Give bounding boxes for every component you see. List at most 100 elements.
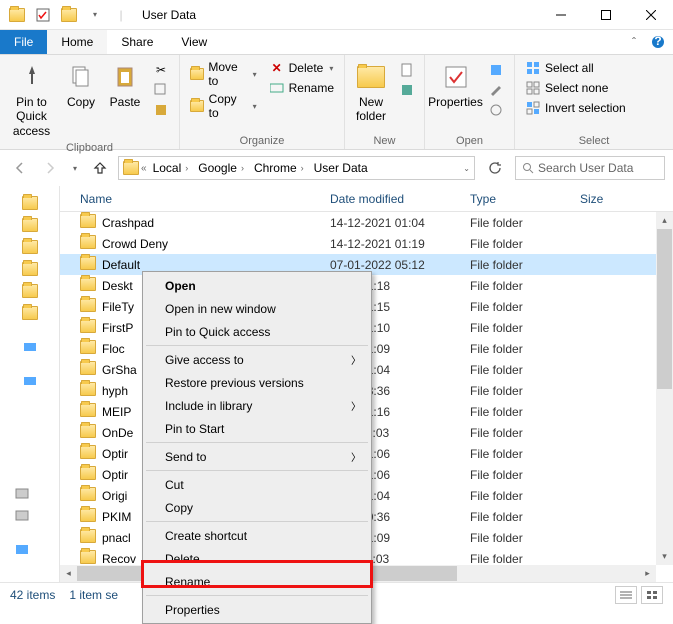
folder-icon xyxy=(80,256,98,274)
cm-give-access[interactable]: Give access to〉 xyxy=(145,348,369,371)
qat-dropdown[interactable]: ▾ xyxy=(84,4,106,26)
select-none-button[interactable]: Select none xyxy=(521,79,630,97)
group-label-clipboard: Clipboard xyxy=(6,140,173,156)
cm-open-new-window[interactable]: Open in new window xyxy=(145,297,369,320)
help-icon[interactable]: ? xyxy=(649,33,667,51)
search-icon xyxy=(522,162,534,174)
open-button[interactable] xyxy=(484,61,508,79)
history-button[interactable] xyxy=(484,101,508,119)
cm-properties[interactable]: Properties xyxy=(145,598,369,621)
col-name[interactable]: Name xyxy=(80,192,330,206)
rename-button[interactable]: Rename xyxy=(265,79,338,97)
paste-button[interactable]: Paste xyxy=(105,59,145,111)
maximize-button[interactable] xyxy=(583,0,628,30)
folder-icon xyxy=(80,508,98,526)
delete-button[interactable]: ✕Delete▾ xyxy=(265,59,338,77)
group-label-select: Select xyxy=(521,133,667,149)
tab-file[interactable]: File xyxy=(0,30,47,54)
folder-icon xyxy=(80,340,98,358)
cm-delete[interactable]: Delete xyxy=(145,547,369,570)
address-row: ▾ « Local› Google› Chrome› User Data ⌄ S… xyxy=(0,150,673,186)
cm-pin-start[interactable]: Pin to Start xyxy=(145,417,369,440)
cm-pin-quick-access[interactable]: Pin to Quick access xyxy=(145,320,369,343)
address-bar[interactable]: « Local› Google› Chrome› User Data ⌄ xyxy=(118,156,475,180)
properties-button[interactable]: Properties xyxy=(431,59,480,111)
scrollbar-thumb[interactable] xyxy=(657,229,672,389)
group-label-new: New xyxy=(351,133,418,149)
new-folder-button[interactable]: New folder xyxy=(351,59,391,126)
cut-button[interactable]: ✂ xyxy=(149,61,173,79)
col-date[interactable]: Date modified xyxy=(330,192,470,206)
group-label-organize: Organize xyxy=(186,133,338,149)
copy-path-button[interactable] xyxy=(149,81,173,99)
view-large-icons-button[interactable] xyxy=(641,586,663,604)
back-button[interactable] xyxy=(8,156,32,180)
tab-view[interactable]: View xyxy=(167,30,221,54)
edit-button[interactable] xyxy=(484,81,508,99)
folder-qat-icon[interactable] xyxy=(58,4,80,26)
easy-access-button[interactable] xyxy=(395,81,419,99)
folder-icon xyxy=(80,424,98,442)
invert-selection-button[interactable]: Invert selection xyxy=(521,99,630,117)
folder-icon xyxy=(80,487,98,505)
folder-icon xyxy=(80,235,98,253)
ribbon-tabs: File Home Share View ˆ ? xyxy=(0,30,673,55)
col-size[interactable]: Size xyxy=(580,192,640,206)
folder-icon xyxy=(80,298,98,316)
folder-icon xyxy=(80,382,98,400)
qat-item[interactable] xyxy=(32,4,54,26)
list-item[interactable]: Crowd Deny14-12-2021 01:19File folder xyxy=(60,233,673,254)
folder-icon xyxy=(80,403,98,421)
col-type[interactable]: Type xyxy=(470,192,580,206)
cm-send-to[interactable]: Send to〉 xyxy=(145,445,369,468)
search-box[interactable]: Search User Data xyxy=(515,156,665,180)
view-details-button[interactable] xyxy=(615,586,637,604)
tab-share[interactable]: Share xyxy=(107,30,167,54)
move-to-button[interactable]: Move to▾ xyxy=(186,59,261,89)
copy-button[interactable]: Copy xyxy=(61,59,101,111)
up-button[interactable] xyxy=(88,156,112,180)
column-headers[interactable]: Name Date modified Type Size xyxy=(60,186,673,212)
breadcrumb: User Data xyxy=(310,161,372,175)
close-button[interactable] xyxy=(628,0,673,30)
breadcrumb: Google› xyxy=(194,161,248,175)
breadcrumb: Local› xyxy=(149,161,193,175)
vertical-scrollbar[interactable]: ▴ ▾ xyxy=(656,212,673,565)
select-all-button[interactable]: Select all xyxy=(521,59,630,77)
folder-icon xyxy=(80,277,98,295)
cm-restore-previous[interactable]: Restore previous versions xyxy=(145,371,369,394)
nav-tree[interactable] xyxy=(0,186,60,582)
folder-icon xyxy=(80,529,98,547)
folder-app-icon xyxy=(6,4,28,26)
cm-rename[interactable]: Rename xyxy=(145,570,369,593)
ribbon: Pin to Quick access Copy Paste ✂ Clipboa… xyxy=(0,55,673,150)
recent-locations-button[interactable]: ▾ xyxy=(68,156,82,180)
context-menu: Open Open in new window Pin to Quick acc… xyxy=(142,271,372,624)
status-selected-count: 1 item se xyxy=(69,588,118,602)
copy-to-button[interactable]: Copy to▾ xyxy=(186,91,261,121)
new-item-button[interactable] xyxy=(395,61,419,79)
folder-icon xyxy=(80,319,98,337)
status-items-count: 42 items xyxy=(10,588,55,602)
pin-to-quick-access-button[interactable]: Pin to Quick access xyxy=(6,59,57,140)
cm-copy[interactable]: Copy xyxy=(145,496,369,519)
minimize-button[interactable] xyxy=(538,0,583,30)
paste-shortcut-button[interactable] xyxy=(149,101,173,119)
title-bar: ▾ | User Data xyxy=(0,0,673,30)
addr-folder-icon xyxy=(123,161,139,175)
cm-open[interactable]: Open xyxy=(145,274,369,297)
forward-button[interactable] xyxy=(38,156,62,180)
svg-text:?: ? xyxy=(654,35,661,48)
tab-home[interactable]: Home xyxy=(47,30,107,54)
cm-include-library[interactable]: Include in library〉 xyxy=(145,394,369,417)
refresh-button[interactable] xyxy=(481,156,509,180)
group-label-open: Open xyxy=(431,133,508,149)
folder-icon xyxy=(80,445,98,463)
collapse-ribbon-icon[interactable]: ˆ xyxy=(625,33,643,51)
cm-cut[interactable]: Cut xyxy=(145,473,369,496)
breadcrumb: Chrome› xyxy=(250,161,308,175)
folder-icon xyxy=(80,466,98,484)
folder-icon xyxy=(80,361,98,379)
cm-create-shortcut[interactable]: Create shortcut xyxy=(145,524,369,547)
list-item[interactable]: Crashpad14-12-2021 01:04File folder xyxy=(60,212,673,233)
